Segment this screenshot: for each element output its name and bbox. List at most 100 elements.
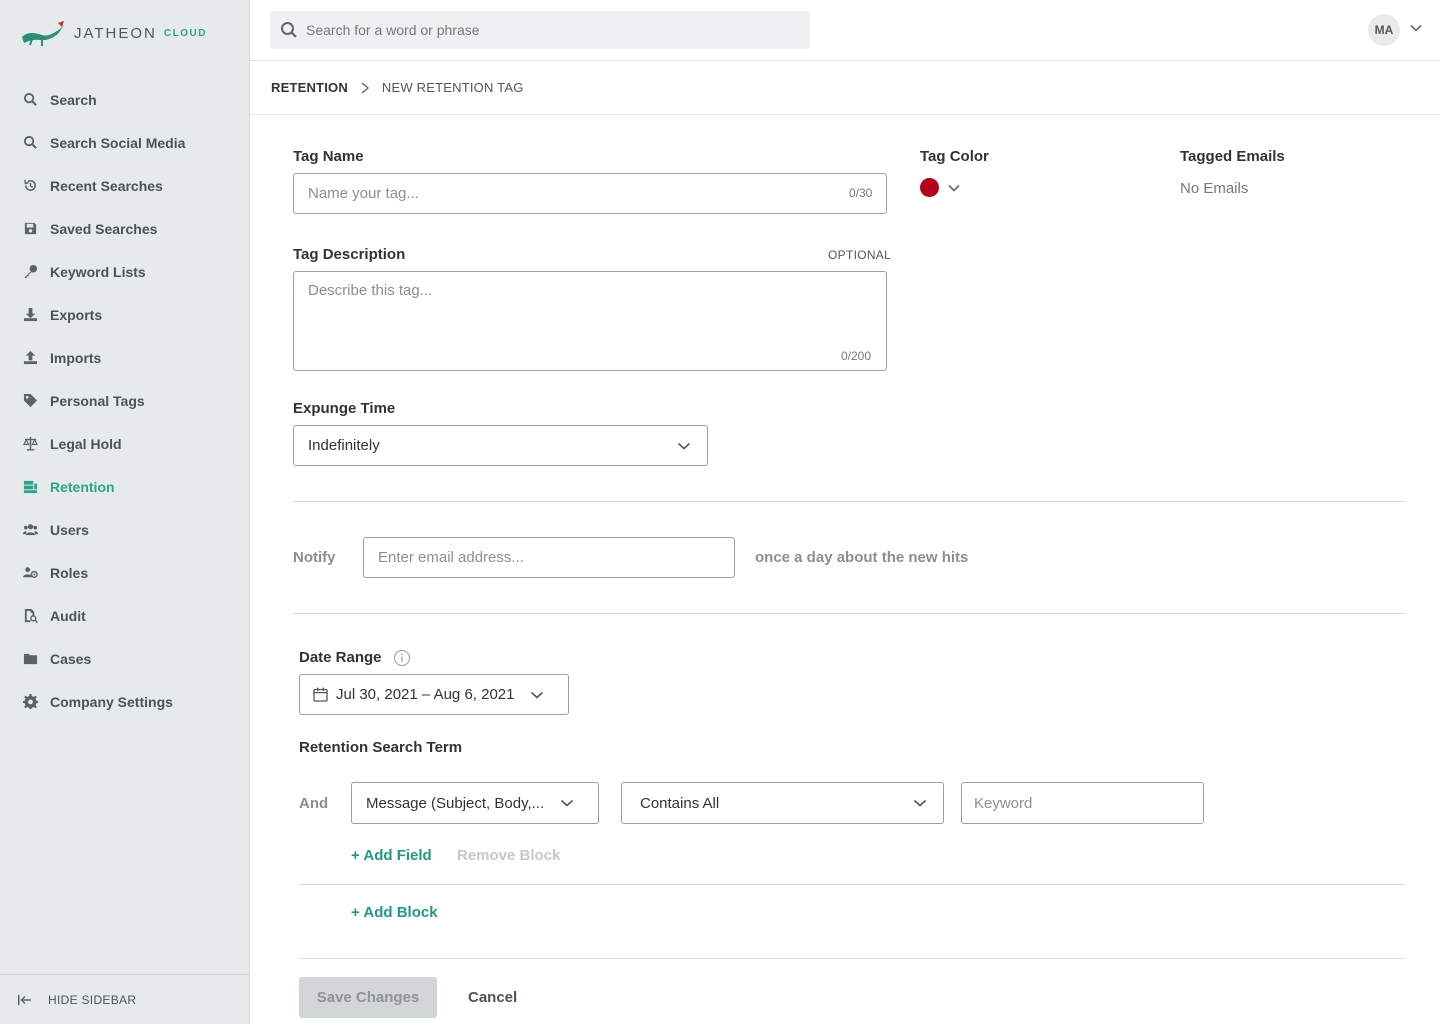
gear-icon [22,694,38,710]
sidebar-nav: Search Search Social Media Recent Search… [0,78,250,723]
add-block-button[interactable]: + Add Block [351,904,438,921]
info-icon[interactable] [393,649,411,667]
divider [293,613,1406,614]
tagged-emails-label: Tagged Emails [1180,148,1285,165]
condition-value: Contains All [640,794,720,812]
history-icon [22,178,38,194]
sidebar-item-label: Cases [50,650,92,667]
sidebar-item-search[interactable]: Search [0,78,250,121]
sidebar-item-recent-searches[interactable]: Recent Searches [0,164,250,207]
breadcrumb-current: NEW RETENTION TAG [381,80,524,95]
date-range-value: Jul 30, 2021 – Aug 6, 2021 [336,686,515,703]
breadcrumb-retention[interactable]: RETENTION [271,80,348,95]
sidebar-item-label: Search [50,91,97,108]
sidebar-item-label: Exports [50,306,103,323]
retention-search-term-label: Retention Search Term [299,739,463,756]
sidebar-item-saved-searches[interactable]: Saved Searches [0,207,250,250]
divider [293,501,1406,502]
archive-icon [22,479,38,495]
date-range-label: Date Range [299,649,382,666]
app-logo[interactable]: JATHEON CLOUD [20,18,207,48]
search-icon [22,135,38,151]
chevron-right-icon [361,81,370,94]
sidebar-item-label: Recent Searches [50,177,163,194]
tag-name-input[interactable] [293,173,887,214]
users-icon [22,522,38,538]
divider [299,958,1406,959]
hide-sidebar-label: HIDE SIDEBAR [48,992,137,1007]
sidebar-item-users[interactable]: Users [0,508,250,551]
sidebar-item-label: Legal Hold [50,435,122,452]
sidebar-item-label: Keyword Lists [50,263,146,280]
sidebar-item-imports[interactable]: Imports [0,336,250,379]
remove-block-button[interactable]: Remove Block [457,847,560,864]
search-field-select[interactable]: Message (Subject, Body,... [351,782,599,824]
collapse-left-icon [18,994,31,1005]
scale-icon [22,436,38,452]
sidebar-item-retention[interactable]: Retention [0,465,250,508]
tag-icon [22,393,38,409]
expunge-time-label: Expunge Time [293,400,396,417]
sidebar-item-label: Audit [50,607,86,624]
chevron-down-icon [913,799,927,807]
chevron-down-icon [948,184,960,192]
chevron-down-icon[interactable] [1410,22,1422,34]
upload-icon [22,350,38,366]
tag-color-swatch [920,178,939,197]
sidebar-item-label: Roles [50,564,89,581]
date-range-picker[interactable]: Jul 30, 2021 – Aug 6, 2021 [299,674,569,715]
breadcrumb: RETENTION NEW RETENTION TAG [250,61,1440,115]
condition-select[interactable]: Contains All [621,782,944,824]
logo-icon [22,21,64,46]
notify-email-input[interactable] [363,537,735,578]
sidebar-item-cases[interactable]: Cases [0,637,250,680]
search-icon [281,22,297,38]
cancel-button[interactable]: Cancel [458,977,527,1018]
download-icon [22,307,38,323]
search-field-value: Message (Subject, Body,... [366,794,545,812]
tag-color-label: Tag Color [920,148,989,165]
sidebar-item-label: Company Settings [50,693,173,710]
roles-icon [22,565,38,581]
optional-label: OPTIONAL [828,248,892,262]
divider [299,884,1406,885]
chevron-down-icon [530,691,544,699]
tag-name-label: Tag Name [293,148,364,165]
save-changes-button[interactable]: Save Changes [299,977,437,1018]
sidebar-item-exports[interactable]: Exports [0,293,250,336]
user-avatar[interactable]: MA [1368,14,1400,46]
tag-description-label: Tag Description [293,246,406,263]
logo-subtext: CLOUD [163,27,207,39]
sidebar-item-label: Personal Tags [50,392,145,409]
calendar-icon [313,687,328,702]
tag-color-picker[interactable] [920,178,960,197]
expunge-time-select[interactable]: Indefinitely [293,425,708,466]
sidebar-item-keyword-lists[interactable]: Keyword Lists [0,250,250,293]
sidebar-item-label: Users [50,521,89,538]
key-icon [22,264,38,280]
notify-suffix-text: once a day about the new hits [755,549,969,566]
sidebar-item-personal-tags[interactable]: Personal Tags [0,379,250,422]
tag-description-textarea[interactable] [293,271,887,371]
chevron-down-icon [560,799,574,807]
sidebar-item-label: Imports [50,349,102,366]
global-search-input[interactable] [306,22,786,38]
sidebar: JATHEON CLOUD Search Search Social Media… [0,0,250,1024]
sidebar-item-company-settings[interactable]: Company Settings [0,680,250,723]
add-field-button[interactable]: + Add Field [351,847,432,864]
keyword-input[interactable] [961,782,1204,824]
global-search[interactable] [270,11,810,49]
logo-text: JATHEON [74,24,157,42]
sidebar-item-label: Saved Searches [50,220,158,237]
sidebar-item-label: Retention [50,478,115,495]
chevron-down-icon [677,442,691,450]
tag-description-counter: 0/200 [841,349,872,363]
sidebar-item-audit[interactable]: Audit [0,594,250,637]
hide-sidebar-button[interactable]: HIDE SIDEBAR [0,974,250,1024]
sidebar-item-roles[interactable]: Roles [0,551,250,594]
tag-name-counter: 0/30 [849,186,873,200]
save-icon [22,221,38,237]
sidebar-item-legal-hold[interactable]: Legal Hold [0,422,250,465]
sidebar-item-search-social-media[interactable]: Search Social Media [0,121,250,164]
search-icon [22,92,38,108]
